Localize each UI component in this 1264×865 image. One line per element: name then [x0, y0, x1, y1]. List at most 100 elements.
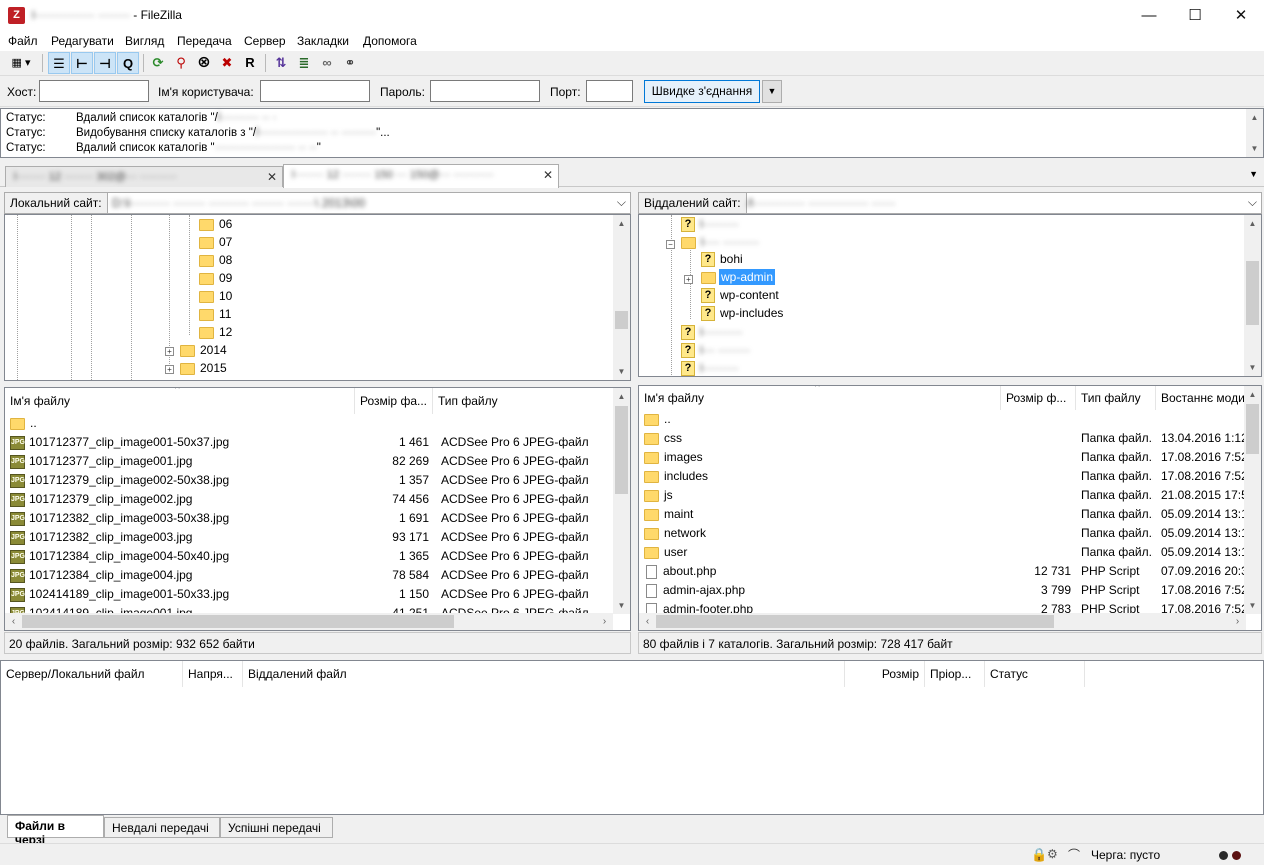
scroll-up-icon[interactable]: ▲ — [613, 215, 630, 232]
tree-folder[interactable]: ? l········· — [681, 217, 739, 235]
expand-icon[interactable]: + — [684, 275, 693, 284]
speed-limit-icon[interactable]: ⚙ — [1047, 847, 1058, 861]
file-row[interactable]: JPG 101712384_clip_image004.jpg 78 584 ACDS… — [5, 566, 613, 585]
filter-icon[interactable]: ≣ — [293, 52, 315, 74]
scroll-left-icon[interactable]: ‹ — [5, 613, 22, 630]
tree-folder[interactable]: l···· ········· — [681, 235, 759, 253]
menu-file[interactable]: Файл — [8, 34, 38, 48]
local-tree-scrollbar[interactable]: ▲ ▼ — [613, 215, 630, 380]
queue-column-priority[interactable]: Пріор... — [925, 661, 985, 687]
connection-tab[interactable]: l········ 12 ········ 302@··· ··········… — [5, 166, 283, 187]
scroll-up-icon[interactable]: ▲ — [613, 388, 630, 405]
menu-transfer[interactable]: Передача — [177, 34, 232, 48]
tree-folder[interactable]: ? l··· ········ — [681, 343, 750, 361]
file-row[interactable]: images Папка файл... 17.08.2016 7:52: — [639, 448, 1246, 467]
menu-bookmarks[interactable]: Закладки — [297, 34, 349, 48]
file-row[interactable]: css Папка файл... 13.04.2016 1:12: — [639, 429, 1246, 448]
menu-edit[interactable]: Редагувати — [51, 34, 114, 48]
expand-icon[interactable]: + — [165, 365, 174, 374]
chevron-down-icon[interactable]: ⌵ — [617, 195, 626, 210]
column-header-type[interactable]: Тип файлу — [433, 388, 613, 414]
scroll-up-icon[interactable]: ▲ — [1244, 215, 1261, 232]
scroll-right-icon[interactable]: › — [1229, 613, 1246, 630]
tree-folder[interactable]: ? l·········· — [681, 325, 743, 343]
password-input[interactable] — [430, 80, 540, 102]
file-row[interactable]: .. — [5, 414, 613, 433]
refresh-icon[interactable]: ⟳ — [147, 52, 169, 74]
scroll-down-icon[interactable]: ▼ — [613, 363, 630, 380]
toggle-queue-icon[interactable]: Q — [117, 52, 139, 74]
file-row[interactable]: network Папка файл... 05.09.2014 13:10 — [639, 524, 1246, 543]
expand-icon[interactable]: + — [165, 347, 174, 356]
tree-folder[interactable]: 2014 — [180, 343, 227, 361]
process-queue-icon[interactable]: ⚲ — [170, 52, 192, 74]
scroll-thumb[interactable] — [1246, 261, 1259, 325]
file-row[interactable]: JPG 101712377_clip_image001.jpg 82 269 ACDS… — [5, 452, 613, 471]
toggle-remote-tree-icon[interactable]: ⊣ — [94, 52, 116, 74]
tree-folder[interactable]: ? l········· — [681, 361, 739, 376]
tree-folder[interactable]: 10 — [199, 289, 232, 307]
scroll-left-icon[interactable]: ‹ — [639, 613, 656, 630]
close-button[interactable]: ✕ — [1218, 0, 1264, 31]
maximize-button[interactable]: ☐ — [1172, 0, 1218, 31]
menu-help[interactable]: Допомога — [363, 34, 417, 48]
column-header-type[interactable]: Тип файлу — [1076, 386, 1156, 410]
file-row[interactable]: JPG 101712384_clip_image004-50x40.jpg 1 36… — [5, 547, 613, 566]
tab-close-icon[interactable]: ✕ — [267, 170, 277, 184]
minimize-button[interactable]: — — [1126, 0, 1172, 31]
file-row[interactable]: admin-ajax.php 3 799 PHP Script 17.08.2016 … — [639, 581, 1246, 600]
menu-server[interactable]: Сервер — [244, 34, 286, 48]
file-row[interactable]: JPG 101712382_clip_image003-50x38.jpg 1 69… — [5, 509, 613, 528]
log-scrollbar[interactable]: ▲ ▼ — [1246, 109, 1263, 157]
queue-column-status[interactable]: Статус — [985, 661, 1085, 687]
host-input[interactable] — [39, 80, 149, 102]
tree-folder[interactable]: 07 — [199, 235, 232, 253]
tree-folder[interactable]: ? wp-content — [701, 288, 779, 306]
scroll-right-icon[interactable]: › — [596, 613, 613, 630]
file-row[interactable]: JPG 101712377_clip_image001-50x37.jpg 1 46… — [5, 433, 613, 452]
remote-tree-scrollbar[interactable]: ▲ ▼ — [1244, 215, 1261, 376]
file-row[interactable]: JPG 102414189_clip_image001-50x33.jpg 1 15… — [5, 585, 613, 604]
file-row[interactable]: includes Папка файл... 17.08.2016 7:52: — [639, 467, 1246, 486]
reconnect-icon[interactable]: R — [239, 52, 261, 74]
chevron-down-icon[interactable]: ⌵ — [1248, 195, 1257, 210]
site-manager-icon[interactable]: ▦ ▾ — [4, 52, 38, 74]
toggle-log-icon[interactable]: ☰ — [48, 52, 70, 74]
queue-column-size[interactable]: Розмір — [845, 661, 925, 687]
remote-files-hscrollbar[interactable]: ‹ › — [639, 613, 1246, 630]
directory-compare-icon[interactable]: ⇅ — [270, 52, 292, 74]
tab-successful-transfers[interactable]: Успішні передачі — [220, 817, 333, 838]
file-row[interactable]: .. — [639, 410, 1246, 429]
local-files-hscrollbar[interactable]: ‹ › — [5, 613, 613, 630]
file-row[interactable]: user Папка файл... 05.09.2014 13:10 — [639, 543, 1246, 562]
tree-folder[interactable]: 12 — [199, 325, 232, 343]
local-path-input[interactable]: D:\l·········· ········ ·········· ·····… — [112, 196, 365, 210]
column-header-size[interactable]: Розмір ф... — [1001, 386, 1076, 410]
scroll-down-icon[interactable]: ▼ — [613, 597, 630, 614]
network-icon[interactable]: ⌒ — [1068, 846, 1080, 863]
file-row[interactable]: JPG 101712379_clip_image002.jpg 74 456 ACDS… — [5, 490, 613, 509]
cancel-operation-icon[interactable]: ⊗ — [193, 52, 215, 74]
toggle-local-tree-icon[interactable]: ⊢ — [71, 52, 93, 74]
file-row[interactable]: JPG 101712382_clip_image003.jpg 93 171 ACDS… — [5, 528, 613, 547]
sync-browsing-icon[interactable]: ∞ — [316, 52, 338, 74]
queue-column-local[interactable]: Сервер/Локальний файл — [1, 661, 183, 687]
queue-column-remote[interactable]: Віддалений файл — [243, 661, 845, 687]
scroll-thumb[interactable] — [615, 311, 628, 329]
scroll-down-icon[interactable]: ▼ — [1244, 597, 1261, 614]
tree-folder[interactable]: ? wp-includes — [701, 306, 783, 324]
tab-list-icon[interactable]: ▼ — [1249, 169, 1258, 179]
scroll-thumb[interactable] — [1246, 404, 1259, 454]
tab-close-icon[interactable]: ✕ — [543, 168, 553, 182]
scroll-thumb[interactable] — [615, 406, 628, 494]
quickconnect-dropdown-icon[interactable]: ▼ — [762, 80, 782, 103]
scroll-down-icon[interactable]: ▼ — [1246, 140, 1263, 157]
local-files-scrollbar[interactable]: ▲ ▼ — [613, 388, 630, 614]
file-row[interactable]: maint Папка файл... 05.09.2014 13:10 — [639, 505, 1246, 524]
remote-path-input[interactable]: /l············· ··············· ······ — [747, 196, 896, 210]
scroll-thumb[interactable] — [656, 615, 1054, 628]
tree-folder[interactable]: 08 — [199, 253, 232, 271]
collapse-icon[interactable]: − — [666, 240, 675, 249]
remote-files-scrollbar[interactable]: ▲ ▼ — [1244, 386, 1261, 614]
file-row[interactable]: about.php 12 731 PHP Script 07.09.2016 20:3… — [639, 562, 1246, 581]
